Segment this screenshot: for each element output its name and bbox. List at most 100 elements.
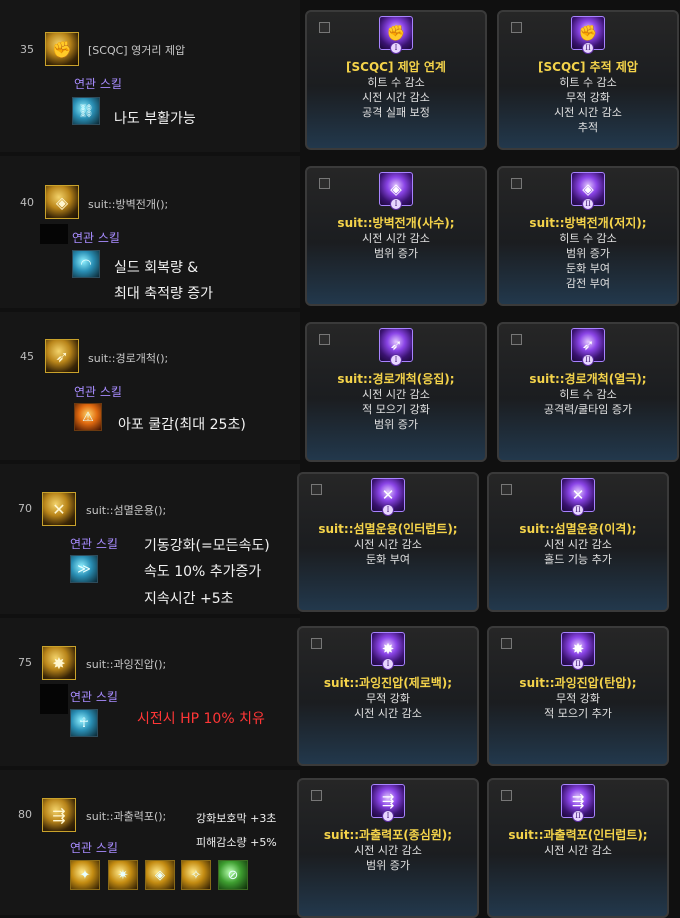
select-checkbox[interactable] [511,334,522,345]
note-text: 최대 축적량 증가 [114,286,214,302]
effect-line: 추적 [577,121,599,134]
skill-level: 80 [18,808,32,821]
tier-badge: I [390,42,402,54]
skill-name: suit::과잉진압(); [86,658,167,671]
tree-option-card-2[interactable]: ✕ II suit::섬멸운용(이격); 시전 시간 감소 홀드 기능 추가 [487,472,669,612]
burst-icon: ✷ [108,860,138,890]
skill-level: 40 [20,196,34,209]
effect-line: 시전 시간 감소 [354,538,422,551]
tier-badge: I [382,504,394,516]
tree-option-card-2[interactable]: ✊ II [SCQC] 추적 제압 히트 수 감소 무적 강화 시전 시간 감소… [497,10,679,150]
tree-option-card-2[interactable]: ⇶ II suit::과출력포(인터럽트); 시전 시간 감소 [487,778,669,918]
effect-line: 시전 시간 감소 [354,707,422,720]
effect-line: 공격력/쿨타임 증가 [543,403,633,416]
effect-line: 시전 시간 감소 [362,232,430,245]
skill-row-40: 40 ◈ suit::방벽전개(); 연관 스킬 ◠ 실드 회복량 & 최대 축… [0,156,680,308]
tier-badge: I [382,658,394,670]
select-checkbox[interactable] [319,334,330,345]
effect-line: 히트 수 감소 [559,388,617,401]
runner-icon: ✧ [181,860,211,890]
note-text: 속도 10% 추가증가 [144,564,262,580]
related-skill-label: 연관 스킬 [74,77,122,91]
tier-badge: II [582,354,594,366]
tree-option-card-2[interactable]: ◈ II suit::방벽전개(저지); 히트 수 감소 범위 증가 둔화 부여… [497,166,679,306]
select-checkbox[interactable] [501,484,512,495]
effect-line: 홀드 기능 추가 [544,553,612,566]
tree-option-card-1[interactable]: ➶ I suit::경로개척(응집); 시전 시간 감소 적 모으기 강화 범위… [305,322,487,462]
tree-option-card-1[interactable]: ✕ I suit::섬멸운용(인터럽트); 시전 시간 감소 둔화 부여 [297,472,479,612]
tier-badge: II [572,504,584,516]
effect-line: 시전 시간 감소 [362,388,430,401]
option-title: suit::과출력포(인터럽트); [508,828,648,842]
effect-line: 무적 강화 [566,91,610,104]
select-checkbox[interactable] [311,638,322,649]
select-checkbox[interactable] [511,22,522,33]
skill-name: suit::섬멸운용(); [86,504,167,517]
tier-badge: II [572,658,584,670]
redaction-block [40,684,68,714]
effect-line: 무적 강화 [556,692,600,705]
tree-option-card-1[interactable]: ✊ I [SCQC] 제압 연계 히트 수 감소 시전 시간 감소 공격 실패 … [305,10,487,150]
effect-line: 히트 수 감소 [559,76,617,89]
option-title: suit::섬멸운용(이격); [519,522,637,536]
related-skill-label: 연관 스킬 [72,231,120,245]
option-effects: 히트 수 감소 공격력/쿨타임 증가 [499,387,677,417]
skill-level: 45 [20,350,34,363]
tree-option-card-1[interactable]: ✸ I suit::과잉진압(제로백); 무적 강화 시전 시간 감소 [297,626,479,766]
option-effects: 시전 시간 감소 범위 증가 [307,231,485,261]
effect-line: 둔화 부여 [366,553,410,566]
effect-line: 둔화 부여 [566,262,610,275]
barrier-icon: ◈ [45,185,79,219]
option-title: [SCQC] 제압 연계 [346,60,446,74]
select-checkbox[interactable] [319,178,330,189]
tier-badge: II [582,42,594,54]
effect-line: 적 모으기 추가 [544,707,612,720]
effect-line: 범위 증가 [366,859,410,872]
select-checkbox[interactable] [501,790,512,801]
effect-line: 히트 수 감소 [367,76,425,89]
skill-row-80: 80 ⇶ suit::과출력포(); 강화보호막 +3초 피해감소량 +5% 연… [0,770,680,918]
option-effects: 시전 시간 감소 적 모으기 강화 범위 증가 [307,387,485,432]
overload-cannon-icon: ⇶ [42,798,76,832]
note-text: 지속시간 +5초 [144,591,234,607]
skill-name: [SCQC] 영거리 제압 [88,44,186,57]
effect-line: 범위 증가 [374,247,418,260]
option-effects: 시전 시간 감소 둔화 부여 [299,537,477,567]
effect-line: 시전 시간 감소 [544,538,612,551]
select-checkbox[interactable] [311,790,322,801]
annihilate-icon: ✕ [42,492,76,526]
option-effects: 무적 강화 적 모으기 추가 [489,691,667,721]
effect-line: 범위 증가 [566,247,610,260]
select-checkbox[interactable] [511,178,522,189]
option-effects: 히트 수 감소 무적 강화 시전 시간 감소 추적 [499,75,677,135]
skill-name: suit::경로개척(); [88,352,169,365]
effect-line: 시전 시간 감소 [362,91,430,104]
effect-line: 시전 시간 감소 [554,106,622,119]
select-checkbox[interactable] [319,22,330,33]
select-checkbox[interactable] [501,638,512,649]
tree-option-card-2[interactable]: ✸ II suit::과잉진압(탄압); 무적 강화 적 모으기 추가 [487,626,669,766]
tree-option-card-1[interactable]: ◈ I suit::방벽전개(사수); 시전 시간 감소 범위 증가 [305,166,487,306]
tree-option-card-1[interactable]: ⇶ I suit::과출력포(종심원); 시전 시간 감소 범위 증가 [297,778,479,918]
tier-badge: I [382,810,394,822]
overpower-icon: ✸ [42,646,76,680]
select-checkbox[interactable] [311,484,322,495]
skill-info-panel [0,312,300,460]
note-text: 실드 회복량 & [114,260,199,276]
option-title: suit::과출력포(종심원); [323,828,453,842]
redaction-block [40,224,68,244]
cancel-icon: ⊘ [218,860,248,890]
skill-level: 75 [18,656,32,669]
tier-badge: I [390,198,402,210]
option-title: suit::경로개척(열극); [529,372,647,386]
option-title: suit::섬멸운용(인터럽트); [318,522,458,536]
note-text: 시전시 HP 10% 치유 [137,711,265,727]
option-effects: 시전 시간 감소 [489,843,667,858]
skill-row-35: 35 ✊ [SCQC] 영거리 제압 연관 스킬 ⛓ 나도 부활가능 ✊ I [… [0,0,680,152]
tree-option-card-2[interactable]: ➶ II suit::경로개척(열극); 히트 수 감소 공격력/쿨타임 증가 [497,322,679,462]
option-effects: 히트 수 감소 시전 시간 감소 공격 실패 보정 [307,75,485,120]
option-title: suit::과잉진압(제로백); [323,676,453,690]
skill-row-70: 70 ✕ suit::섬멸운용(); 연관 스킬 ≫ 기동강화(=모든속도) 속… [0,464,680,614]
warning-icon: ⚠ [74,403,102,431]
note-text: 강화보호막 +3초 [196,812,277,825]
